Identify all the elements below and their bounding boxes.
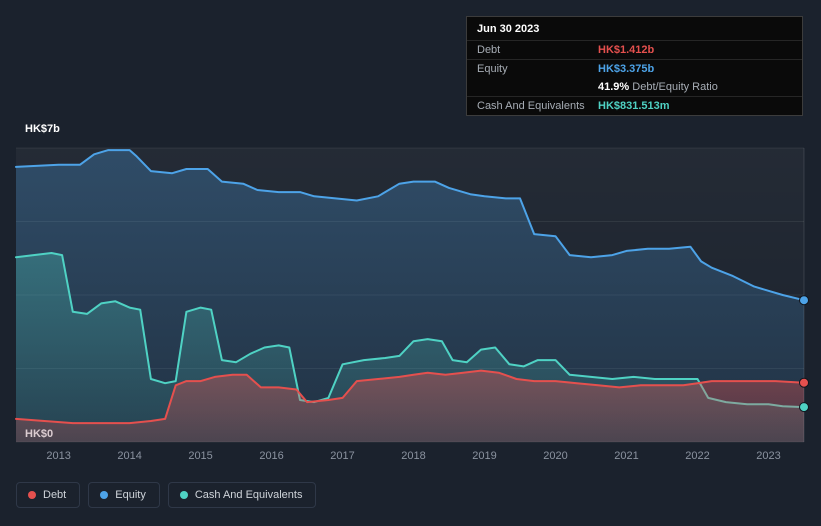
x-axis: 2013 2014 2015 2016 2017 2018 2019 2020 2021 2022… xyxy=(0,450,821,466)
legend-item-equity[interactable]: Equity xyxy=(88,482,160,508)
x-tick-2017: 2017 xyxy=(330,450,355,462)
legend-item-debt[interactable]: Debt xyxy=(16,482,81,508)
x-tick-2021: 2021 xyxy=(614,450,639,462)
tooltip-equity-value: HK$3.375b xyxy=(598,63,655,75)
legend: Debt Equity Cash And Equivalents xyxy=(16,482,317,508)
legend-item-equity-label: Equity xyxy=(115,489,146,501)
cash-dot-icon xyxy=(179,491,188,499)
debt-dot-icon xyxy=(28,491,36,499)
y-axis-label-top: HK$7b xyxy=(25,123,60,135)
legend-item-cash[interactable]: Cash And Equivalents xyxy=(167,482,317,508)
x-tick-2023: 2023 xyxy=(756,450,781,462)
x-tick-2015: 2015 xyxy=(188,450,213,462)
x-tick-2013: 2013 xyxy=(46,450,71,462)
tooltip-ratio-label: Debt/Equity Ratio xyxy=(629,81,718,93)
x-tick-2016: 2016 xyxy=(259,450,284,462)
tooltip-cash-value: HK$831.513m xyxy=(598,100,670,112)
legend-item-debt-label: Debt xyxy=(43,489,67,501)
x-tick-2014: 2014 xyxy=(117,450,142,462)
tooltip-equity-label: Equity xyxy=(477,63,508,75)
x-tick-2022: 2022 xyxy=(685,450,710,462)
equity-dot-icon xyxy=(100,491,109,499)
legend-item-cash-label: Cash And Equivalents xyxy=(194,489,303,501)
tooltip-cash-label: Cash And Equivalents xyxy=(477,100,585,112)
tooltip-row-debt: Debt HK$1.412b xyxy=(467,41,802,60)
tooltip-date: Jun 30 2023 xyxy=(467,17,802,41)
x-tick-2020: 2020 xyxy=(543,450,568,462)
chart-canvas[interactable] xyxy=(15,140,809,443)
x-tick-2018: 2018 xyxy=(401,450,426,462)
tooltip-row-equity: Equity HK$3.375b xyxy=(467,60,802,78)
tooltip-ratio-value: 41.9% xyxy=(598,81,630,93)
tooltip-debt-label: Debt xyxy=(477,44,501,56)
tooltip-row-cash: Cash And Equivalents HK$831.513m xyxy=(467,96,802,115)
x-tick-2019: 2019 xyxy=(472,450,497,462)
tooltip-debt-value: HK$1.412b xyxy=(598,44,655,56)
tooltip: Jun 30 2023 Debt HK$1.412b Equity HK$3.3… xyxy=(466,16,803,116)
tooltip-row-ratio: 41.9% Debt/Equity Ratio xyxy=(467,78,802,96)
